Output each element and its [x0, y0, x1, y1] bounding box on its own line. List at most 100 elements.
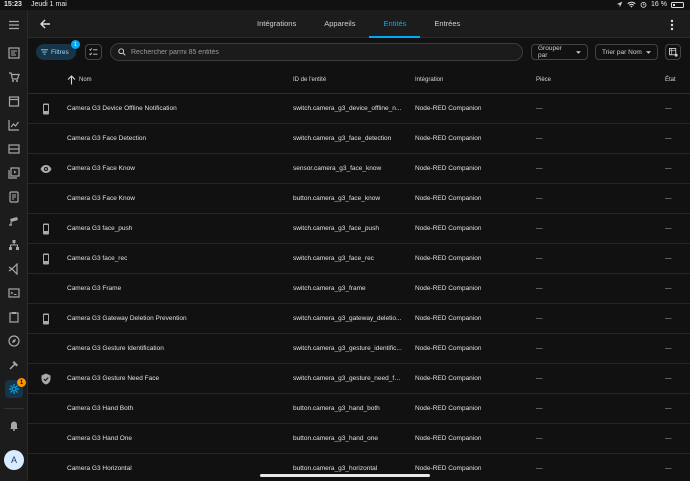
filters-button[interactable]: Filtres 1: [36, 40, 80, 60]
more-vert-icon[interactable]: [666, 18, 678, 31]
entity-name: Camera G3 Hand Both: [67, 405, 134, 412]
sidebar-item-media[interactable]: [5, 164, 23, 182]
sidebar-item-developer-tools[interactable]: [5, 356, 23, 374]
table-row[interactable]: Camera G3 face_push switch.camera_g3_face…: [28, 214, 690, 244]
tab-entities[interactable]: Entités: [369, 10, 421, 38]
sidebar-item-logbook[interactable]: [5, 140, 23, 158]
sidebar-item-clipboard[interactable]: [5, 308, 23, 326]
entity-state: —: [665, 135, 672, 142]
table-row[interactable]: Camera G3 Gesture Need Face switch.camera…: [28, 364, 690, 394]
search-input[interactable]: [131, 48, 511, 56]
column-header-name[interactable]: Nom: [79, 77, 92, 83]
sort-by-dropdown[interactable]: Trier par Nom: [595, 44, 658, 60]
group-by-dropdown[interactable]: Grouper par: [531, 44, 588, 60]
entity-name: Camera G3 Gesture Identification: [67, 345, 164, 352]
entity-area: —: [536, 345, 543, 352]
entity-name: Camera G3 Face Know: [67, 165, 135, 172]
entity-integration: Node-RED Companion: [415, 225, 482, 232]
sort-ascending-arrow-icon[interactable]: [67, 75, 76, 85]
caret-down-icon: [645, 50, 651, 54]
entity-integration: Node-RED Companion: [415, 135, 482, 142]
dashboard-icon: [8, 47, 20, 59]
entity-state: —: [665, 465, 672, 472]
sidebar-item-energy[interactable]: [5, 92, 23, 110]
mobile-icon: [40, 253, 52, 265]
entity-state: —: [665, 315, 672, 322]
table-row[interactable]: Camera G3 Hand Both button.camera_g3_hand…: [28, 394, 690, 424]
sidebar-item-vscode[interactable]: [5, 260, 23, 278]
sidebar-item-nodered[interactable]: [5, 236, 23, 254]
media-icon: [8, 167, 20, 179]
entity-area: —: [536, 135, 543, 142]
column-header-area[interactable]: Pièce: [536, 77, 551, 83]
storage-icon: [8, 144, 20, 154]
entity-area: —: [536, 105, 543, 112]
entity-state: —: [665, 375, 672, 382]
entity-id: switch.camera_g3_face_detection: [293, 135, 392, 142]
entity-integration: Node-RED Companion: [415, 345, 482, 352]
table-row[interactable]: Camera G3 Device Offline Notification swi…: [28, 94, 690, 124]
sidebar-item-camera[interactable]: [5, 212, 23, 230]
table-row[interactable]: Camera G3 Face Know button.camera_g3_face…: [28, 184, 690, 214]
menu-icon[interactable]: [5, 16, 23, 34]
column-header-integration[interactable]: Intégration: [415, 77, 443, 83]
entity-id: button.camera_g3_horizontal: [293, 465, 378, 472]
entity-integration: Node-RED Companion: [415, 165, 482, 172]
table-row[interactable]: Camera G3 Face Know sensor.camera_g3_face…: [28, 154, 690, 184]
entity-integration: Node-RED Companion: [415, 255, 482, 262]
entity-area: —: [536, 285, 543, 292]
sidebar-item-settings[interactable]: 1: [5, 378, 26, 398]
note-icon: [9, 191, 19, 203]
sidebar-item-notes[interactable]: [5, 188, 23, 206]
entity-integration: Node-RED Companion: [415, 105, 482, 112]
selection-mode-button[interactable]: [85, 44, 102, 60]
entity-area: —: [536, 375, 543, 382]
filters-count-badge: 1: [71, 40, 80, 49]
table-settings-button[interactable]: [665, 44, 681, 60]
calendar-icon: [8, 96, 20, 107]
table-row[interactable]: Camera G3 Gesture Identification switch.c…: [28, 334, 690, 364]
caret-down-icon: [576, 50, 581, 54]
tab-helpers[interactable]: Entrées: [420, 10, 474, 38]
table-row[interactable]: Camera G3 Gateway Deletion Prevention swi…: [28, 304, 690, 334]
entity-state: —: [665, 105, 672, 112]
back-arrow-icon[interactable]: [38, 17, 52, 31]
table-row[interactable]: Camera G3 face_rec switch.camera_g3_face_…: [28, 244, 690, 274]
battery-percent: 16 %: [651, 1, 667, 8]
entity-area: —: [536, 225, 543, 232]
clipboard-icon: [9, 312, 19, 323]
entity-name: Camera G3 face_rec: [67, 255, 128, 262]
settings-badge: 1: [17, 378, 26, 387]
entity-id: switch.camera_g3_frame: [293, 285, 366, 292]
column-header-entity-id[interactable]: ID de l'entité: [293, 77, 326, 83]
entity-name: Camera G3 Hand One: [67, 435, 133, 442]
entity-area: —: [536, 435, 543, 442]
search-field[interactable]: [110, 43, 523, 61]
tab-integrations[interactable]: Intégrations: [243, 10, 310, 38]
entity-state: —: [665, 285, 672, 292]
sidebar-item-notifications[interactable]: [5, 416, 23, 434]
sidebar-item-shopping[interactable]: [5, 68, 23, 86]
cctv-icon: [9, 217, 18, 226]
search-icon: [118, 48, 126, 56]
entity-name: Camera G3 face_push: [67, 225, 133, 232]
console-icon: [8, 288, 20, 298]
entity-integration: Node-RED Companion: [415, 465, 482, 472]
user-avatar[interactable]: A: [4, 450, 24, 470]
entity-id: sensor.camera_g3_face_know: [293, 165, 382, 172]
sidebar-item-terminal[interactable]: [5, 284, 23, 302]
entity-id: switch.camera_g3_gateway_deletio...: [293, 315, 402, 322]
tab-devices[interactable]: Appareils: [310, 10, 369, 38]
entity-integration: Node-RED Companion: [415, 195, 482, 202]
entity-state: —: [665, 165, 672, 172]
table-row[interactable]: Camera G3 Hand One button.camera_g3_hand_…: [28, 424, 690, 454]
column-header-state[interactable]: État: [665, 77, 676, 83]
table-row[interactable]: Camera G3 Frame switch.camera_g3_frame Nod…: [28, 274, 690, 304]
sidebar-item-overview[interactable]: [5, 44, 23, 62]
entity-state: —: [665, 405, 672, 412]
sidebar-item-history[interactable]: [5, 116, 23, 134]
entity-name: Camera G3 Gateway Deletion Prevention: [67, 315, 187, 322]
sidebar-item-compass[interactable]: [5, 332, 23, 350]
mobile-icon: [40, 223, 52, 235]
table-row[interactable]: Camera G3 Face Detection switch.camera_g3…: [28, 124, 690, 154]
